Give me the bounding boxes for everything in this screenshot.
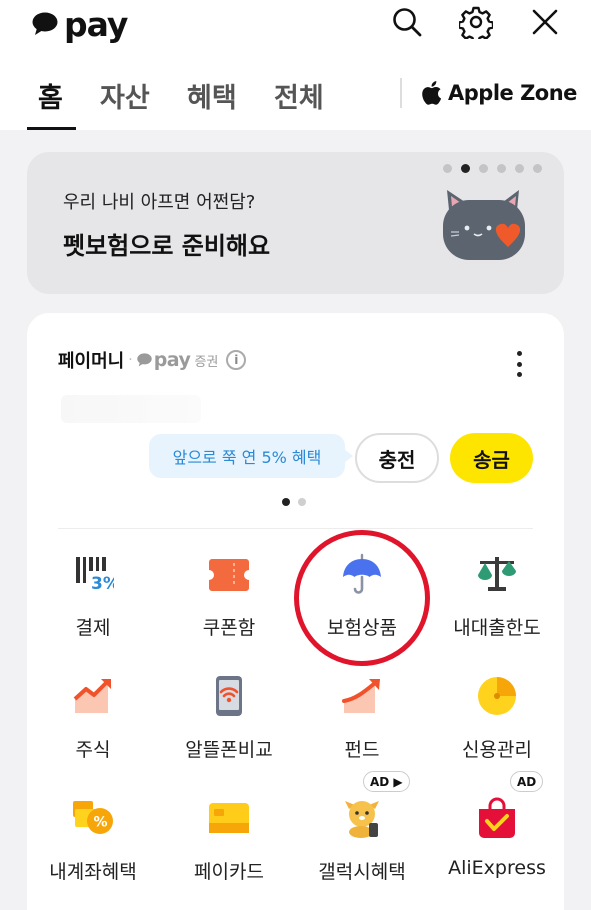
menu-item-aliexpress[interactable]: AliExpress AD	[432, 771, 562, 907]
ad-badge[interactable]: AD	[510, 771, 544, 792]
menu-label: 페이카드	[194, 861, 264, 883]
tooltip-text: 앞으로 쭉 연 5% 혜택	[172, 448, 322, 467]
svg-text:3%: 3%	[91, 574, 114, 594]
pay-securities-logo: pay 증권	[136, 349, 219, 371]
interest-tooltip: 앞으로 쭉 연 5% 혜택	[149, 434, 353, 478]
highlight-circle-annotation	[294, 530, 430, 666]
menu-item-account-benefit[interactable]: % 내계좌혜택	[28, 797, 158, 907]
speech-bubble-icon	[32, 12, 58, 35]
promo-banner[interactable]: 우리 나비 아프면 어쩐담? 펫보험으로 준비해요	[27, 152, 564, 294]
pay-money-header: 페이머니 · pay 증권 i	[58, 347, 247, 373]
menu-label: 갤럭시혜택	[318, 861, 406, 883]
fund-chart-icon	[342, 679, 380, 713]
tab-all[interactable]: 전체	[274, 76, 324, 115]
securities-label: 증권	[194, 354, 219, 370]
tab-home[interactable]: 홈	[38, 76, 63, 115]
balance-hidden	[61, 395, 201, 423]
menu-item-stocks[interactable]: 주식	[28, 675, 158, 785]
banner-title: 펫보험으로 준비해요	[63, 232, 271, 260]
menu-label: 쿠폰함	[202, 617, 256, 639]
separator-dot: ·	[128, 352, 133, 368]
coupon-icon	[209, 559, 249, 591]
banner-pagination	[443, 164, 542, 173]
menu-item-payment[interactable]: 3% 결제	[28, 553, 158, 663]
page-dot	[533, 164, 542, 173]
menu-label: 신용관리	[462, 739, 532, 761]
pay-brand-text: pay	[153, 349, 191, 371]
menu-label: 알뜰폰비교	[185, 739, 273, 761]
menu-label: 주식	[75, 739, 111, 761]
svg-text:%: %	[94, 815, 108, 831]
page-dot	[515, 164, 524, 173]
page-dot	[443, 164, 452, 173]
phone-compare-icon	[216, 676, 242, 716]
kakaopay-logo[interactable]: pay	[32, 4, 128, 44]
charge-button[interactable]: 충전	[355, 433, 439, 483]
tab-benefits[interactable]: 혜택	[187, 76, 237, 115]
page-dot	[497, 164, 506, 173]
menu-item-pay-card[interactable]: 페이카드	[164, 797, 294, 907]
menu-item-galaxy-benefit[interactable]: 갤럭시혜택 AD ▶	[297, 771, 427, 907]
speech-bubble-icon	[136, 353, 152, 367]
banner-subtitle: 우리 나비 아프면 어쩐담?	[63, 192, 256, 213]
gear-icon[interactable]	[459, 5, 493, 39]
cat-with-heart-illustration	[443, 190, 525, 260]
close-icon[interactable]	[528, 5, 562, 39]
menu-label: 결제	[75, 617, 111, 639]
more-options-icon[interactable]	[516, 351, 522, 377]
pay-card-icon	[209, 803, 249, 833]
page-dot	[298, 498, 306, 506]
page-dot	[479, 164, 488, 173]
menu-label: 펀드	[344, 739, 380, 761]
scale-icon	[478, 557, 516, 591]
account-benefit-icon: %	[73, 801, 113, 834]
galaxy-benefit-icon	[345, 801, 379, 838]
menu-item-fund[interactable]: 펀드	[297, 675, 427, 785]
menu-label: 내대출한도	[453, 617, 541, 639]
send-button[interactable]: 송금	[450, 433, 533, 483]
menu-item-credit[interactable]: 신용관리	[432, 675, 562, 785]
menu-item-loan-limit[interactable]: 내대출한도	[432, 553, 562, 663]
stock-chart-icon	[73, 679, 111, 713]
menu-label: 내계좌혜택	[49, 861, 137, 883]
apple-icon	[422, 81, 442, 105]
page-dot-active	[461, 164, 470, 173]
search-icon[interactable]	[390, 5, 424, 39]
active-tab-indicator	[27, 127, 76, 130]
info-icon[interactable]: i	[226, 350, 247, 370]
tooltip-tail	[344, 449, 353, 463]
aliexpress-bag-icon	[479, 797, 515, 838]
card-divider	[58, 528, 533, 529]
top-header: pay 홈 자산 혜택 전체 Apple Zone	[0, 0, 591, 130]
credit-gauge-icon	[478, 677, 516, 715]
ad-badge[interactable]: AD ▶	[363, 771, 410, 792]
main-tabs: 홈 자산 혜택 전체 Apple Zone	[0, 70, 591, 130]
logo-text: pay	[64, 4, 128, 44]
menu-item-coupons[interactable]: 쿠폰함	[164, 553, 294, 663]
payment-barcode-icon: 3%	[76, 557, 114, 594]
pay-money-pagination	[282, 498, 306, 506]
menu-label: AliExpress	[448, 857, 546, 879]
apple-zone-label: Apple Zone	[448, 81, 577, 105]
tab-assets[interactable]: 자산	[100, 76, 150, 115]
page-dot-active	[282, 498, 290, 506]
apple-zone-link[interactable]: Apple Zone	[420, 78, 577, 108]
tab-divider	[400, 78, 402, 108]
menu-item-phone-compare[interactable]: 알뜰폰비교	[164, 675, 294, 785]
pay-money-label[interactable]: 페이머니	[58, 347, 124, 373]
